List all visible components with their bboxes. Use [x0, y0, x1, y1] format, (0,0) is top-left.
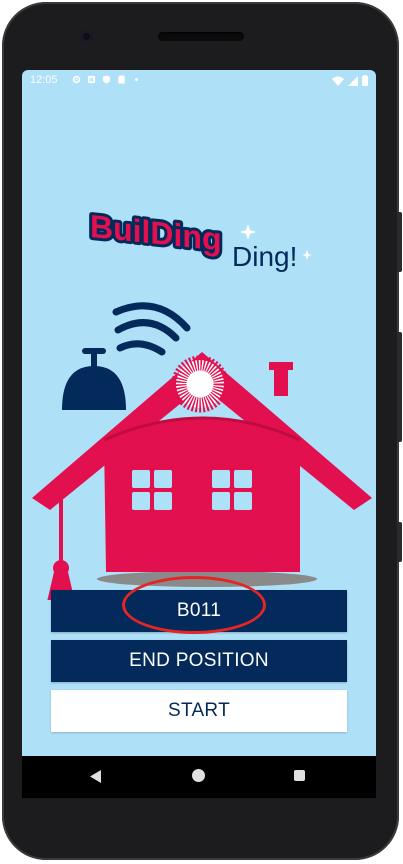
logo-line2: Ding! — [232, 241, 297, 272]
recents-icon[interactable] — [294, 770, 305, 781]
signal-icon — [348, 75, 358, 86]
earpiece-speaker — [158, 32, 244, 41]
app-screen: 12:05 BuilDing BuilDing Ding! B011 END P… — [22, 70, 376, 756]
end-position-button[interactable]: END POSITION — [51, 640, 347, 682]
building-ding-logo: BuilDing BuilDing Ding! — [87, 205, 312, 272]
logo-line1: BuilDing — [90, 208, 221, 258]
status-left-icons — [72, 75, 141, 84]
power-button — [397, 332, 402, 442]
start-button[interactable]: START — [51, 690, 347, 732]
app-icon — [87, 75, 96, 84]
bell-waves-icon — [112, 302, 191, 356]
annotation-circle — [122, 576, 266, 634]
bell-icon — [62, 348, 126, 410]
back-icon[interactable] — [90, 770, 102, 783]
sd-card-icon — [118, 75, 125, 84]
round-window-icon — [171, 355, 229, 413]
side-button — [397, 522, 402, 562]
shield-icon — [102, 75, 111, 84]
battery-icon — [362, 75, 368, 86]
status-bar: 12:05 — [22, 70, 376, 92]
front-camera — [80, 30, 93, 43]
status-time: 12:05 — [30, 74, 58, 86]
gear-icon — [72, 75, 81, 84]
volume-button — [397, 212, 402, 272]
wifi-icon — [332, 76, 344, 86]
home-icon[interactable] — [192, 769, 205, 782]
status-right-icons — [332, 75, 368, 86]
school-bell-illustration — [32, 302, 372, 600]
dot-icon — [135, 78, 138, 81]
tassel-icon — [47, 500, 75, 600]
navigation-bar — [22, 756, 376, 798]
